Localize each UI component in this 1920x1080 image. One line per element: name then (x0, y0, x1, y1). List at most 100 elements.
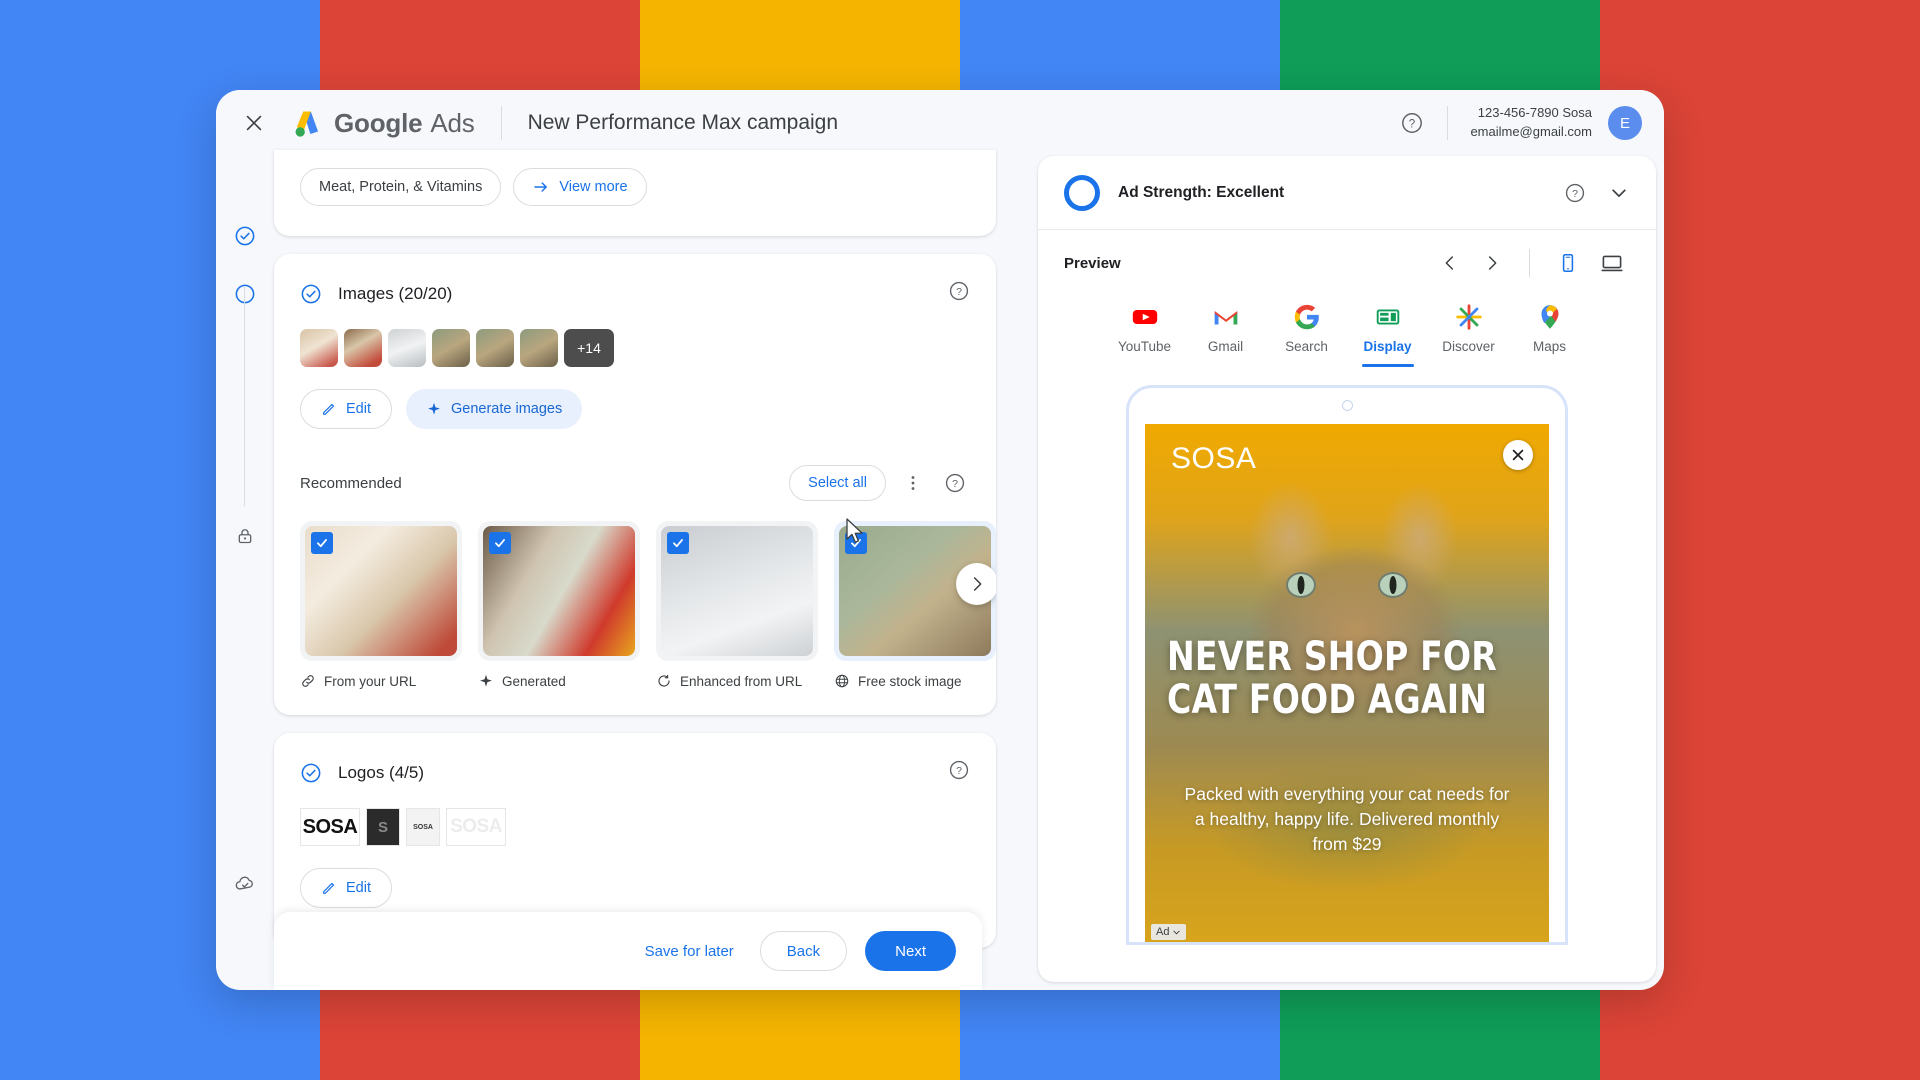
lock-icon[interactable] (216, 526, 274, 546)
recommended-card[interactable]: Generated (478, 521, 640, 689)
pencil-icon (323, 403, 335, 415)
device-preview: SOSA NEVER SHOP FOR CAT FOOD AGAIN Packe… (1038, 385, 1656, 945)
recommended-checkbox[interactable] (667, 532, 689, 554)
logo-thumbnail[interactable]: S (366, 808, 400, 846)
avatar[interactable]: E (1608, 106, 1642, 140)
logo-thumbnail[interactable]: SOSA (446, 808, 506, 846)
step-complete-icon[interactable] (216, 214, 274, 258)
recommended-carousel: From your URL Generated Enhanced from UR… (274, 501, 996, 689)
ad-strength-ring (1064, 174, 1100, 211)
desktop-icon[interactable] (1594, 245, 1630, 281)
ad-headline-line1: NEVER SHOP FOR (1167, 634, 1497, 680)
recommended-card[interactable]: Free stock image (834, 521, 996, 689)
images-section-title: Images (20/20) (338, 283, 453, 303)
google-ads-logo[interactable]: Google Ads (290, 106, 475, 140)
logo-thumbnail[interactable]: SOSA (406, 808, 440, 846)
tab-search[interactable]: Search (1266, 302, 1347, 371)
help-circle-icon[interactable]: ? (1391, 102, 1433, 144)
tab-gmail-label: Gmail (1207, 339, 1244, 354)
chevron-down-icon[interactable] (1608, 182, 1630, 204)
chevron-right-icon[interactable] (956, 563, 996, 605)
image-thumbnail[interactable] (344, 329, 382, 367)
logos-actions: Edit (274, 846, 996, 908)
chevron-left-icon[interactable] (1433, 246, 1467, 280)
tab-discover-label: Discover (1442, 339, 1495, 354)
cat-eye-left (1286, 572, 1316, 598)
ad-disclosure-badge[interactable]: Ad (1151, 924, 1187, 940)
recommended-checkbox[interactable] (845, 532, 867, 554)
select-all-button[interactable]: Select all (789, 465, 886, 501)
tab-maps-label: Maps (1532, 339, 1566, 354)
help-circle-icon[interactable]: ? (1564, 182, 1586, 204)
wizard-footer: Save for later Back Next (274, 912, 982, 990)
images-section-header: Images (20/20) ? (274, 254, 996, 307)
generate-images-button[interactable]: Generate images (406, 389, 583, 429)
recommended-card[interactable]: From your URL (300, 521, 462, 689)
image-thumbnail[interactable] (388, 329, 426, 367)
image-thumbnail[interactable] (520, 329, 558, 367)
discover-icon (1455, 304, 1482, 330)
recommended-checkbox[interactable] (311, 532, 333, 554)
svg-text:?: ? (956, 286, 962, 298)
svg-text:?: ? (1409, 118, 1415, 130)
view-more-button[interactable]: View more (513, 168, 647, 206)
ad-strength-bar: Ad Strength: Excellent ? (1038, 156, 1656, 230)
recommended-card-label: Enhanced from URL (680, 673, 803, 689)
app-window: Google Ads New Performance Max campaign … (216, 90, 1664, 990)
recommended-card[interactable]: Enhanced from URL (656, 521, 818, 689)
chip-meat-protein-vitamins[interactable]: Meat, Protein, & Vitamins (300, 168, 502, 206)
cat-eye-right (1378, 572, 1408, 598)
back-button[interactable]: Back (759, 931, 848, 971)
tab-discover[interactable]: Discover (1428, 302, 1509, 371)
close-icon[interactable] (1503, 440, 1533, 470)
recommended-card-label-row: Free stock image (834, 673, 996, 689)
tab-display[interactable]: Display (1347, 302, 1428, 371)
preview-divider (1529, 249, 1530, 277)
ad-description: Packed with everything your cat needs fo… (1184, 784, 1510, 854)
save-for-later-button[interactable]: Save for later (637, 943, 742, 960)
tab-maps[interactable]: Maps (1509, 302, 1590, 371)
logo-thumbnail[interactable]: SOSA (300, 808, 360, 846)
sparkle-icon (480, 674, 492, 687)
cloud-done-icon[interactable] (216, 872, 274, 894)
close-icon[interactable] (234, 103, 274, 143)
help-circle-icon[interactable]: ? (948, 759, 970, 786)
help-circle-icon[interactable]: ? (940, 468, 970, 498)
globe-icon (835, 674, 849, 688)
edit-logos-button[interactable]: Edit (300, 868, 392, 908)
recommended-card-label: Generated (502, 673, 566, 689)
more-vert-icon[interactable] (898, 468, 928, 498)
image-thumbnail[interactable] (476, 329, 514, 367)
mobile-icon[interactable] (1550, 245, 1586, 281)
image-thumbnail[interactable] (300, 329, 338, 367)
account-name: 123-456-7890 Sosa (1477, 105, 1592, 121)
recommended-checkbox[interactable] (489, 532, 511, 554)
gmail-icon (1214, 311, 1237, 325)
step-current-icon[interactable] (216, 272, 274, 316)
preview-nav (1433, 245, 1630, 281)
ad-strength-actions: ? (1564, 182, 1630, 204)
next-button[interactable]: Next (865, 931, 956, 971)
edit-images-button[interactable]: Edit (300, 389, 392, 429)
image-overflow-count[interactable]: +14 (564, 329, 614, 367)
image-thumbnail[interactable] (432, 329, 470, 367)
app-body: Meat, Protein, & Vitamins View more Imag… (216, 150, 1664, 990)
help-circle-icon[interactable]: ? (948, 280, 970, 307)
audience-signals-card: Meat, Protein, & Vitamins View more (274, 150, 996, 236)
youtube-icon (1132, 309, 1157, 325)
account-email: emailme@gmail.com (1470, 124, 1592, 139)
logos-section-header: Logos (4/5) ? (274, 733, 996, 786)
maps-pin-icon (1541, 305, 1558, 329)
chevron-right-icon[interactable] (1475, 246, 1509, 280)
cat-eyes-detail (1145, 572, 1549, 598)
ad-creative[interactable]: SOSA NEVER SHOP FOR CAT FOOD AGAIN Packe… (1145, 424, 1549, 942)
logos-section-title: Logos (4/5) (338, 762, 424, 782)
recommended-image-frame (478, 521, 640, 661)
recommended-header: Recommended Select all ? (274, 429, 996, 501)
account-info[interactable]: 123-456-7890 Sosa emailme@gmail.com (1470, 104, 1592, 142)
preview-panel: Ad Strength: Excellent ? Preview YouTube… (1038, 156, 1664, 990)
tab-youtube[interactable]: YouTube (1104, 302, 1185, 371)
link-icon (302, 675, 314, 687)
tab-gmail[interactable]: Gmail (1185, 302, 1266, 371)
recommended-title: Recommended (300, 474, 402, 492)
